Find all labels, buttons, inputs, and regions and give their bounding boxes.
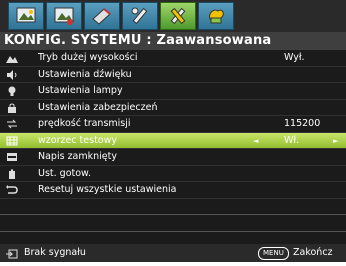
tab-settings-advanced[interactable]	[160, 2, 196, 30]
picture-icon	[16, 7, 36, 23]
settings-advanced-icon	[170, 7, 186, 25]
menu-item-empty	[0, 198, 346, 215]
reset-icon	[6, 185, 18, 195]
settings-menu-list: Tryb dużej wysokości Wył. Ustawienia dźw…	[0, 50, 346, 248]
menu-item-baud-rate[interactable]: prędkość transmisji 115200	[0, 116, 346, 133]
menu-tab-strip	[0, 0, 346, 32]
picture-advanced-icon	[54, 7, 74, 25]
menu-item-label: wzorzec testowy	[38, 134, 117, 146]
menu-item-label: Napis zamknięty	[38, 151, 117, 162]
status-bar: Brak sygnału MENU Zakończ	[0, 244, 346, 262]
menu-item-empty	[0, 215, 346, 232]
lock-icon	[6, 103, 18, 113]
projector-osd-menu: KONFIG. SYSTEMU : Zaawansowana Tryb duże…	[0, 0, 346, 262]
menu-item-label: Tryb dużej wysokości	[38, 52, 138, 63]
menu-item-value: Wł.	[284, 134, 300, 146]
lamp-icon	[6, 86, 18, 96]
signal-status-text: Brak sygnału	[24, 247, 86, 258]
tab-settings-basic[interactable]	[122, 2, 158, 30]
menu-item-high-altitude[interactable]: Tryb dużej wysokości Wył.	[0, 50, 346, 67]
menu-item-label: Resetuj wszystkie ustawienia	[38, 184, 177, 195]
arrow-right-icon[interactable]: ►	[333, 133, 338, 150]
arrow-left-icon[interactable]: ◄	[253, 133, 258, 150]
tab-information[interactable]	[198, 2, 234, 30]
test-pattern-icon	[6, 136, 18, 146]
input-source-icon	[6, 248, 18, 259]
menu-item-value: Wył.	[284, 52, 305, 63]
speaker-icon	[6, 69, 18, 80]
tab-picture-advanced[interactable]	[46, 2, 82, 30]
menu-item-label: prędkość transmisji	[38, 118, 131, 129]
menu-button[interactable]: MENU	[258, 247, 289, 260]
exit-label: Zakończ	[293, 247, 333, 258]
menu-item-closed-caption[interactable]: Napis zamknięty	[0, 149, 346, 166]
standby-icon	[6, 168, 18, 179]
menu-item-lamp-settings[interactable]: Ustawienia lampy	[0, 83, 346, 100]
mountain-icon	[6, 53, 18, 63]
information-icon	[209, 9, 224, 24]
menu-item-standby-settings[interactable]: Ust. gotow.	[0, 165, 346, 182]
page-title: KONFIG. SYSTEMU : Zaawansowana	[0, 32, 346, 50]
menu-item-label: Ustawienia dźwięku	[38, 68, 132, 80]
tab-picture[interactable]	[8, 2, 44, 30]
menu-item-label: Ustawienia zabezpieczeń	[38, 101, 158, 113]
closed-caption-icon	[6, 152, 18, 162]
menu-item-label: Ustawienia lampy	[38, 85, 123, 96]
menu-item-label: Ust. gotow.	[38, 167, 91, 179]
menu-item-test-pattern[interactable]: wzorzec testowy ◄ Wł. ►	[0, 132, 346, 150]
display-icon	[92, 8, 111, 25]
tab-display[interactable]	[84, 2, 120, 30]
menu-item-value: 115200	[284, 118, 321, 129]
menu-item-security-settings[interactable]: Ustawienia zabezpieczeń	[0, 99, 346, 116]
menu-item-audio-settings[interactable]: Ustawienia dźwięku	[0, 66, 346, 83]
baud-rate-icon	[6, 119, 18, 129]
settings-basic-icon	[131, 7, 148, 25]
menu-item-reset-all[interactable]: Resetuj wszystkie ustawienia	[0, 182, 346, 199]
